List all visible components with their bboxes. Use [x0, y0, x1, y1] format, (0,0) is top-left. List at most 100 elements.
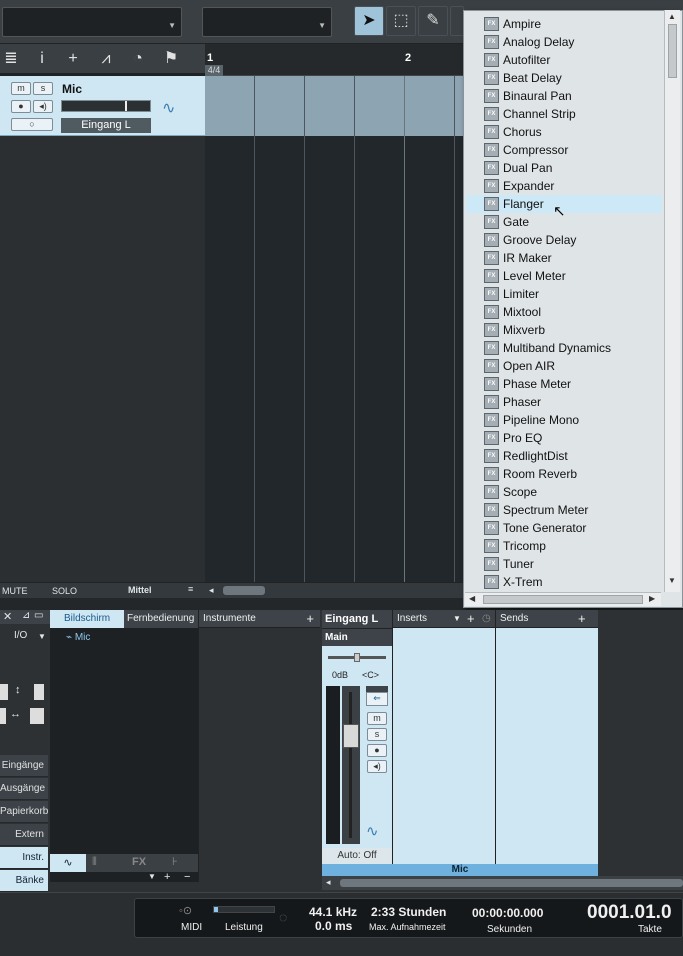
horizontal-resize-icon[interactable]: ↔ [10, 708, 21, 720]
scroll-left-icon[interactable]: ◂ [209, 585, 214, 596]
record-arm-button[interactable]: ● [11, 100, 31, 113]
window-icon[interactable]: ▭ [34, 610, 43, 621]
track-name[interactable]: Mic [62, 82, 82, 96]
close-icon[interactable]: ✕ [3, 610, 12, 623]
range-tool-button[interactable]: ⬚ [386, 6, 416, 36]
arrow-tool-button[interactable]: ➤ [354, 6, 384, 36]
console-nav-button[interactable]: Instr. [0, 847, 48, 869]
power-icon[interactable]: ◷ [482, 610, 491, 628]
split-tool-button[interactable]: ✎ [418, 6, 448, 36]
menu-item[interactable]: FX Channel Strip [466, 105, 662, 123]
input-monitor-button[interactable]: ○ [11, 118, 53, 131]
menu-item[interactable]: FX Multiband Dynamics [466, 339, 662, 357]
narrow-icon[interactable] [0, 708, 6, 724]
timeline-ruler[interactable]: 1 2 4/4 [205, 44, 463, 76]
add-icon[interactable]: + [306, 610, 320, 628]
chevron-down-icon[interactable]: ▼ [38, 632, 46, 641]
menu-item[interactable]: FX Open AIR [466, 357, 662, 375]
menu-vertical-scrollbar[interactable]: ▲ ▼ [664, 10, 680, 592]
menu-item[interactable]: FX Mixtool [466, 303, 662, 321]
scroll-up-icon[interactable]: ▲ [668, 12, 676, 21]
console-nav-button[interactable]: Extern [0, 824, 48, 846]
console-nav-button[interactable]: Ausgänge [0, 778, 48, 800]
menu-item[interactable]: FX Spectrum Meter [466, 501, 662, 519]
menu-horizontal-scrollbar[interactable]: ◀ ▶ [465, 592, 661, 606]
pan-slider[interactable] [328, 653, 386, 662]
time-seconds[interactable]: 00:00:00.000 [472, 906, 543, 920]
menu-item[interactable]: FX RedlightDist [466, 447, 662, 465]
global-solo-button[interactable]: SOLO [52, 586, 77, 596]
menu-item[interactable]: FX Room Reverb [466, 465, 662, 483]
scrollbar-thumb[interactable] [340, 879, 683, 887]
pin-icon[interactable]: ⊿ [22, 610, 30, 621]
scroll-left-icon[interactable]: ◂ [326, 877, 331, 888]
instrument-tab-icon[interactable]: ⦀ [92, 856, 97, 869]
chevron-down-icon[interactable]: ▼ [148, 872, 156, 881]
record-time[interactable]: 2:33 Stunden [371, 905, 446, 919]
pan-value[interactable]: <C> [362, 670, 379, 680]
menu-item[interactable]: FX Tuner [466, 555, 662, 573]
channel-record-button[interactable]: ● [367, 744, 387, 757]
menu-item[interactable]: FX Groove Delay [466, 231, 662, 249]
clock-icon[interactable]: ◔ [127, 49, 149, 69]
channel-solo-button[interactable]: s [367, 728, 387, 741]
menu-icon[interactable]: ≡ [188, 584, 193, 594]
global-mute-button[interactable]: MUTE [2, 586, 28, 596]
menu-item[interactable]: FX Analog Delay [466, 33, 662, 51]
channel-output[interactable]: Main [322, 628, 392, 646]
menu-item[interactable]: FX IR Maker [466, 249, 662, 267]
automation-icon[interactable]: ⩘ [95, 49, 117, 69]
scroll-down-icon[interactable]: ▼ [668, 576, 676, 585]
menu-item[interactable]: FX Scope [466, 483, 662, 501]
scroll-left-icon[interactable]: ◀ [469, 594, 475, 603]
toolbar-combo-right[interactable]: ▼ [202, 7, 332, 37]
menu-item[interactable]: FX Autofilter [466, 51, 662, 69]
latency[interactable]: 0.0 ms [315, 919, 352, 933]
menu-item[interactable]: FX Expander [466, 177, 662, 195]
menu-item[interactable]: FX Phaser [466, 393, 662, 411]
scrollbar-thumb[interactable] [223, 586, 265, 595]
menu-item[interactable]: FX Pipeline Mono [466, 411, 662, 429]
expand-icon[interactable] [34, 684, 44, 700]
add-send-icon[interactable]: + [578, 610, 586, 628]
menu-item[interactable]: FX Tone Generator [466, 519, 662, 537]
collapse-icon[interactable] [0, 684, 8, 700]
remove-icon[interactable]: − [184, 871, 190, 883]
menu-item[interactable]: FX Limiter [466, 285, 662, 303]
console-nav-button[interactable]: Bänke [0, 870, 48, 892]
add-track-icon[interactable]: + [62, 49, 84, 69]
input-arrow-icon[interactable]: ⇐ [366, 692, 388, 706]
menu-item[interactable]: FX X-Trem [466, 573, 662, 591]
track-height-select[interactable]: Mittel [128, 585, 152, 595]
menu-item[interactable]: FX Tricomp [466, 537, 662, 555]
fx-tab[interactable]: FX [132, 856, 146, 868]
arrange-view[interactable] [205, 136, 463, 582]
channel-mute-button[interactable]: m [367, 712, 387, 725]
monitor-button[interactable]: ◂) [33, 100, 53, 113]
arrange-horizontal-scrollbar[interactable]: ◂ [205, 582, 470, 598]
menu-item[interactable]: FX Pro EQ [466, 429, 662, 447]
menu-item[interactable]: FX Beat Delay [466, 69, 662, 87]
scrollbar-thumb[interactable] [483, 595, 643, 604]
sample-rate[interactable]: 44.1 kHz [309, 905, 357, 919]
console-nav-button[interactable]: Eingänge [0, 755, 48, 777]
menu-item[interactable]: FX Level Meter [466, 267, 662, 285]
io-toggle[interactable]: I/O [14, 630, 27, 641]
bus-tab-icon[interactable]: ⊦ [172, 855, 178, 868]
menu-item[interactable]: FX Compressor [466, 141, 662, 159]
time-bars[interactable]: 0001.01.0 [587, 902, 672, 924]
console-horizontal-scrollbar[interactable]: ◂ [322, 876, 683, 890]
scroll-right-icon[interactable]: ▶ [649, 594, 655, 603]
audio-tab-icon[interactable]: ∿ [50, 854, 86, 872]
scrollbar-thumb[interactable] [668, 24, 677, 78]
menu-item[interactable]: FX Chorus [466, 123, 662, 141]
toolbar-combo-left[interactable]: ▼ [2, 7, 182, 37]
channel-monitor-button[interactable]: ◂) [367, 760, 387, 773]
add-icon[interactable]: + [164, 871, 170, 883]
audio-track-lane[interactable] [205, 76, 463, 136]
volume-fader[interactable] [342, 686, 360, 844]
vertical-resize-icon[interactable]: ↕ [15, 684, 21, 696]
gain-value[interactable]: 0dB [332, 670, 348, 680]
menu-item[interactable]: FX Dual Pan [466, 159, 662, 177]
chevron-down-icon[interactable]: ▼ [453, 610, 461, 628]
